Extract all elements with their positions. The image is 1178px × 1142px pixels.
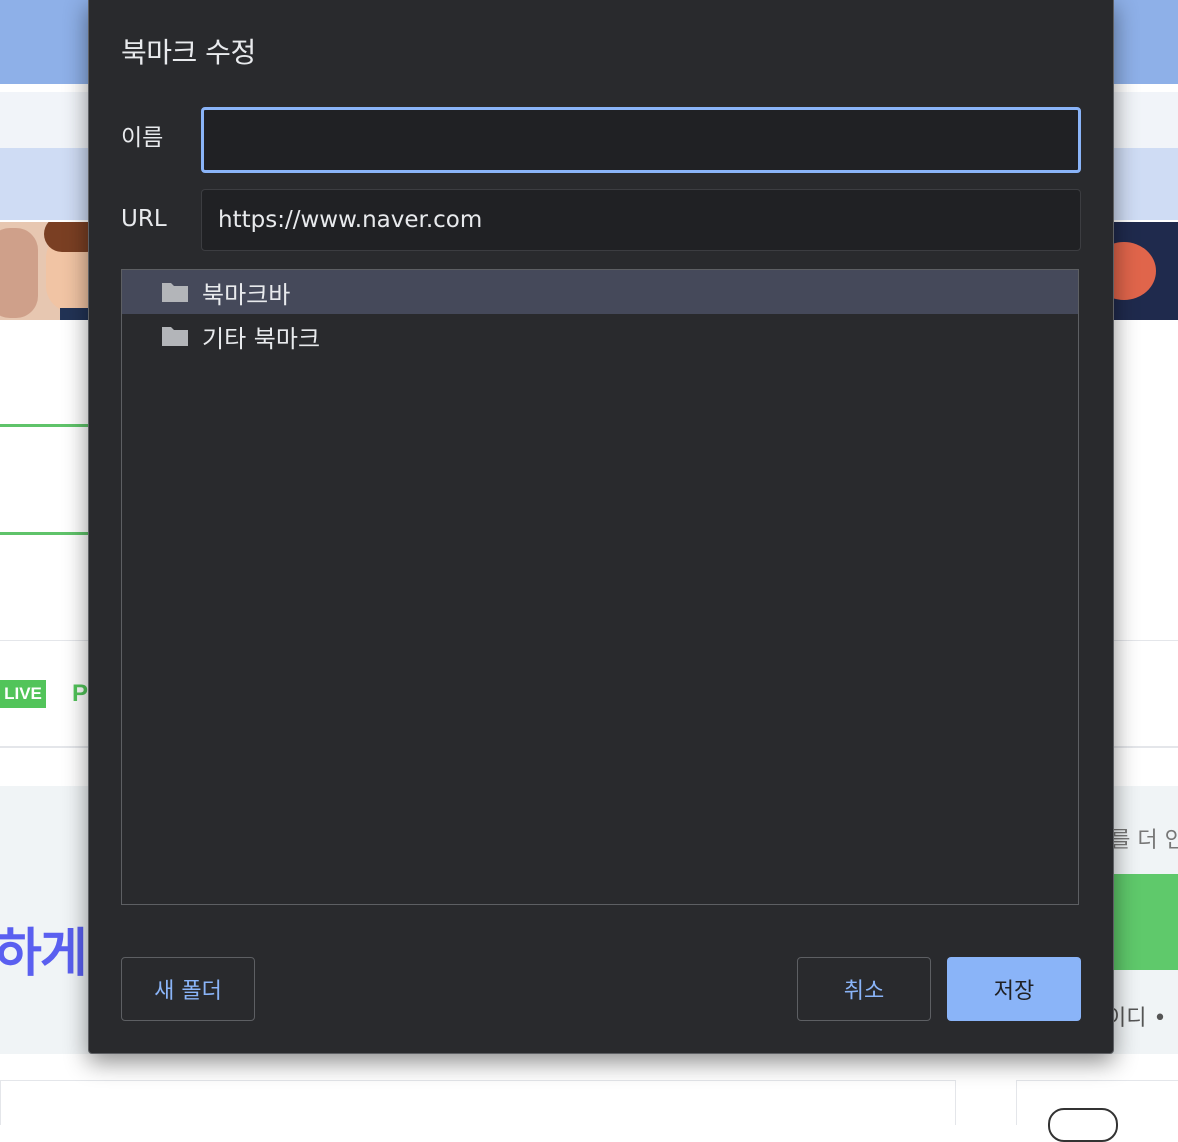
background-divider	[0, 532, 90, 535]
name-input[interactable]	[201, 107, 1081, 173]
folder-tree[interactable]: 북마크바 기타 북마크	[121, 269, 1079, 905]
folder-item-other-bookmarks[interactable]: 기타 북마크	[122, 314, 1078, 358]
background-banner-image	[1092, 222, 1178, 320]
background-promo-text: 하게!	[0, 925, 103, 983]
background-banner-image	[0, 222, 90, 320]
name-label: 이름	[121, 125, 164, 151]
background-pill	[1048, 1108, 1118, 1142]
folder-item-bookmarks-bar[interactable]: 북마크바	[122, 270, 1078, 314]
dialog-title: 북마크 수정	[121, 36, 256, 69]
background-panel	[0, 1080, 956, 1125]
url-label: URL	[121, 206, 167, 232]
background-text: P	[72, 680, 89, 707]
folder-icon	[160, 280, 190, 304]
background-text: 이디 •	[1106, 1006, 1167, 1031]
background-text: l를 더 인	[1104, 828, 1178, 853]
folder-label: 기타 북마크	[202, 324, 321, 353]
background-divider	[0, 424, 90, 427]
background-green-button	[1104, 874, 1178, 970]
edit-bookmark-dialog: 북마크 수정 이름 URL 북마크바 기타 북마크 새 폴더 취소 저장	[88, 0, 1114, 1054]
live-badge: LIVE	[0, 680, 46, 708]
cancel-button[interactable]: 취소	[797, 957, 931, 1021]
save-button[interactable]: 저장	[947, 957, 1081, 1021]
folder-icon	[160, 324, 190, 348]
folder-label: 북마크바	[202, 280, 291, 309]
new-folder-button[interactable]: 새 폴더	[121, 957, 255, 1021]
url-input[interactable]	[201, 189, 1081, 251]
